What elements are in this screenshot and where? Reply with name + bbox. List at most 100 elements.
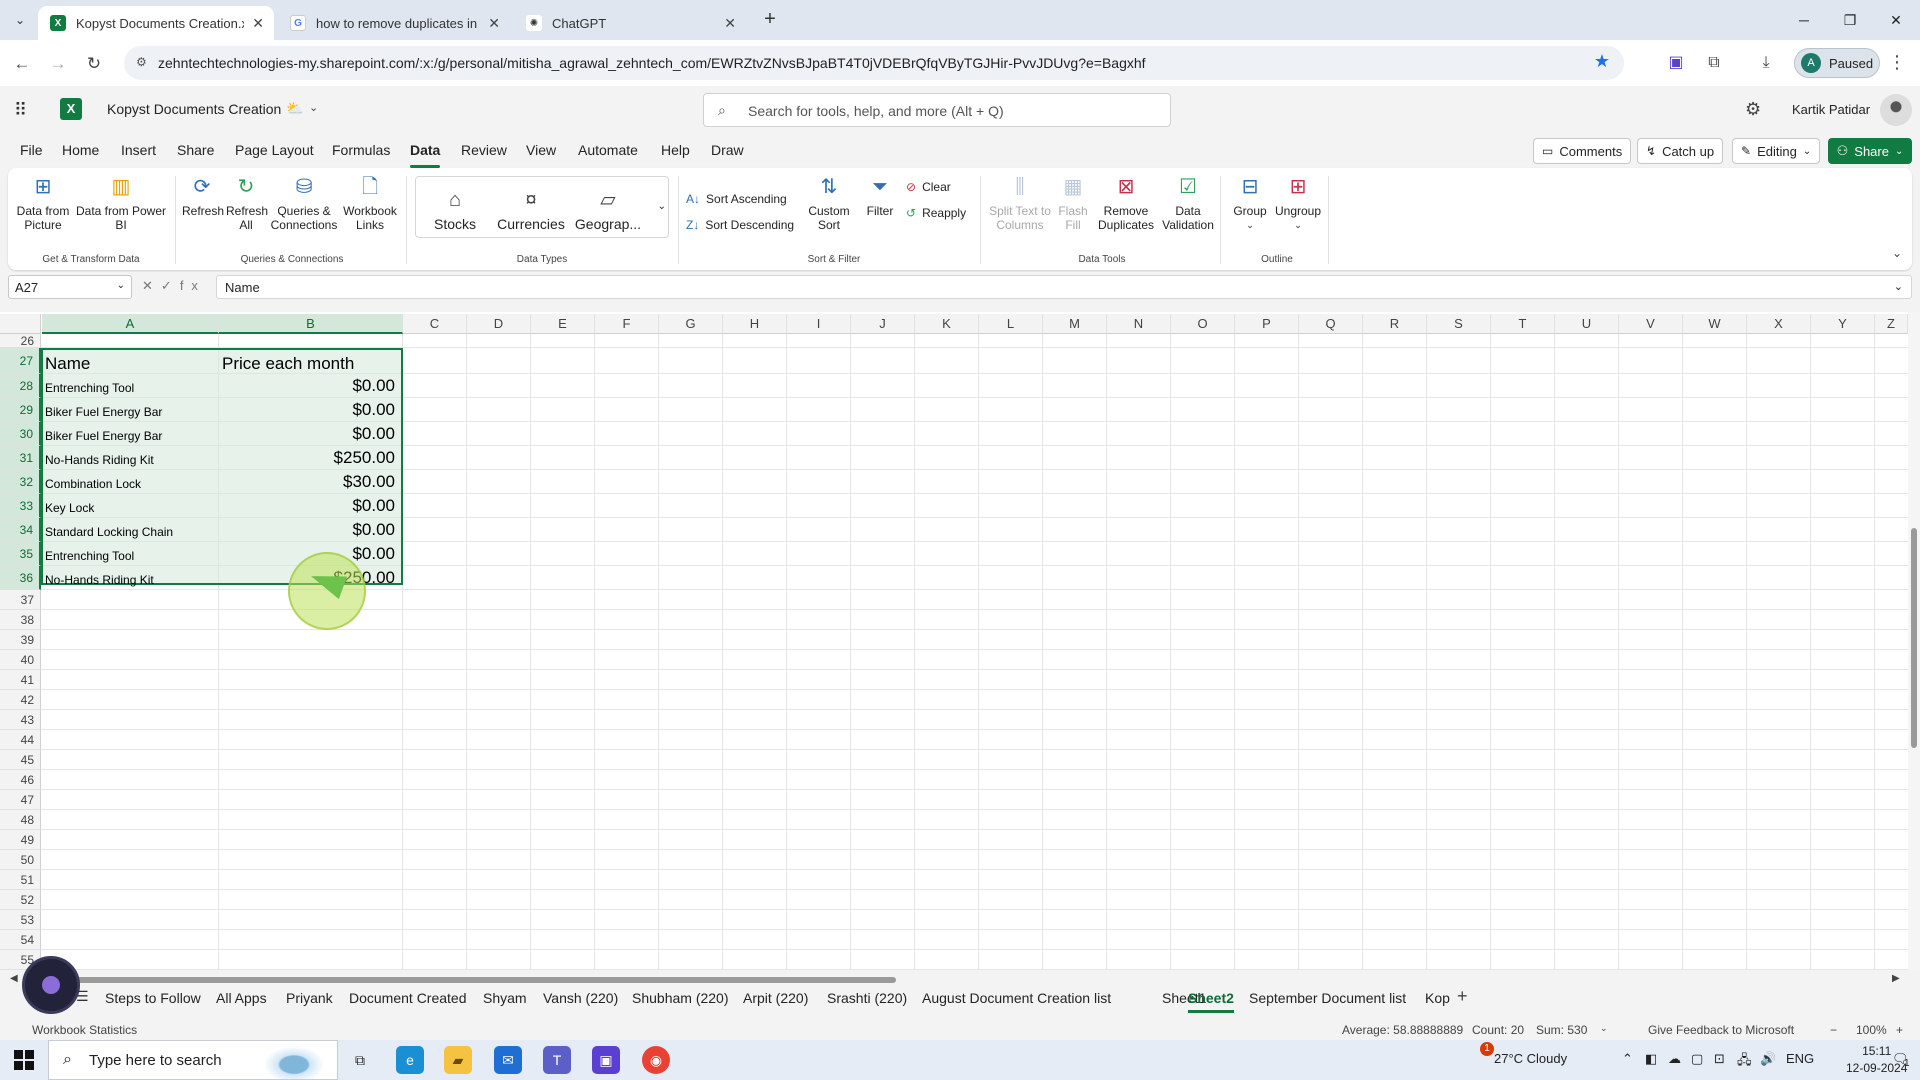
cell-b29[interactable]: $0.00 bbox=[222, 400, 395, 420]
row-header-38[interactable]: 38 bbox=[0, 610, 41, 630]
flash-fill-button[interactable]: ▦ Flash Fill bbox=[1056, 174, 1090, 232]
currencies-button[interactable]: ¤ Currencies bbox=[496, 187, 566, 231]
column-header-w[interactable]: W bbox=[1683, 314, 1747, 334]
file-explorer-icon[interactable]: ▰ bbox=[444, 1046, 472, 1074]
back-arrow-icon[interactable]: ← bbox=[10, 52, 34, 76]
tab-automate[interactable]: Automate bbox=[578, 142, 638, 158]
enter-check-icon[interactable]: ✓ bbox=[161, 278, 180, 293]
column-header-m[interactable]: M bbox=[1043, 314, 1107, 334]
remove-duplicates-button[interactable]: ⊠ Remove Duplicates bbox=[1094, 174, 1158, 232]
cell-a32[interactable]: Combination Lock bbox=[45, 477, 141, 491]
tab-page-layout[interactable]: Page Layout bbox=[235, 142, 314, 158]
sheet-tab-document-created[interactable]: Document Created bbox=[349, 990, 467, 1006]
close-icon[interactable]: ✕ bbox=[488, 15, 500, 32]
minimize-icon[interactable]: ─ bbox=[1792, 8, 1816, 32]
teams-icon[interactable]: T bbox=[543, 1046, 571, 1074]
column-header-j[interactable]: J bbox=[851, 314, 915, 334]
tab-search-chevron-icon[interactable]: ⌄ bbox=[10, 10, 30, 30]
user-name[interactable]: Kartik Patidar bbox=[1792, 102, 1870, 117]
horizontal-scrollbar-thumb[interactable] bbox=[46, 977, 896, 983]
site-info-icon[interactable]: ⚙ bbox=[136, 55, 147, 69]
scroll-right-icon[interactable]: ▶ bbox=[1892, 973, 1900, 984]
restore-icon[interactable]: ❐ bbox=[1838, 8, 1862, 32]
sheet-tab-vansh-220[interactable]: Vansh (220) bbox=[543, 990, 618, 1006]
sheet-tab-priyank[interactable]: Priyank bbox=[286, 990, 333, 1006]
gear-icon[interactable]: ⚙ bbox=[1745, 99, 1761, 120]
cell-a35[interactable]: Entrenching Tool bbox=[45, 549, 134, 563]
column-header-k[interactable]: K bbox=[915, 314, 979, 334]
custom-sort-button[interactable]: ⇅ Custom Sort bbox=[806, 174, 852, 232]
column-header-h[interactable]: H bbox=[723, 314, 787, 334]
extension-icon[interactable]: ▣ bbox=[1666, 53, 1686, 73]
column-header-i[interactable]: I bbox=[787, 314, 851, 334]
new-tab-button[interactable]: + bbox=[758, 8, 782, 32]
expand-formula-chevron-icon[interactable]: ⌄ bbox=[1894, 280, 1903, 293]
tab-formulas[interactable]: Formulas bbox=[332, 142, 390, 158]
extensions-puzzle-icon[interactable]: ⧉ bbox=[1704, 53, 1724, 73]
workbook-links-button[interactable]: 🗋 Workbook Links bbox=[340, 174, 400, 232]
split-text-to-columns-button[interactable]: ⫼ Split Text to Columns bbox=[988, 174, 1052, 232]
filter-button[interactable]: ⏷ Filter bbox=[860, 174, 900, 218]
row-header-28[interactable]: 28 bbox=[0, 374, 41, 398]
column-header-a[interactable]: A bbox=[42, 314, 219, 334]
cell-b31[interactable]: $250.00 bbox=[222, 448, 395, 468]
show-hidden-icons-icon[interactable]: ⌃ bbox=[1622, 1051, 1633, 1067]
browser-menu-icon[interactable]: ⋮ bbox=[1888, 52, 1906, 73]
task-view-icon[interactable]: ⧉ bbox=[346, 1046, 374, 1074]
column-header-v[interactable]: V bbox=[1619, 314, 1683, 334]
sheet-tab-steps-to-follow[interactable]: Steps to Follow bbox=[105, 990, 201, 1006]
sheet-tab-srashti-220[interactable]: Srashti (220) bbox=[827, 990, 907, 1006]
status-average[interactable]: Average: 58.88888889 bbox=[1342, 1023, 1463, 1037]
cell-b33[interactable]: $0.00 bbox=[222, 496, 395, 516]
row-header-31[interactable]: 31 bbox=[0, 446, 41, 470]
row-header-54[interactable]: 54 bbox=[0, 930, 41, 950]
data-from-power-bi-button[interactable]: ▥ Data from Power BI bbox=[74, 174, 168, 232]
sort-descending-button[interactable]: Z↓ Sort Descending bbox=[686, 218, 794, 232]
row-header-36[interactable]: 36 bbox=[0, 566, 41, 590]
column-header-d[interactable]: D bbox=[467, 314, 531, 334]
mail-icon[interactable]: ✉ bbox=[494, 1046, 522, 1074]
close-icon[interactable]: ✕ bbox=[724, 15, 736, 32]
search-input[interactable]: ⌕ Search for tools, help, and more (Alt … bbox=[703, 93, 1171, 127]
avatar[interactable] bbox=[1880, 94, 1912, 126]
row-header-40[interactable]: 40 bbox=[0, 650, 41, 670]
browser-tab-excel[interactable]: X Kopyst Documents Creation.xls ✕ bbox=[38, 6, 274, 40]
row-header-26[interactable]: 26 bbox=[0, 334, 41, 348]
insert-function-icon[interactable]: fx bbox=[180, 278, 206, 293]
row-header-39[interactable]: 39 bbox=[0, 630, 41, 650]
sheet-tab-arpit-220[interactable]: Arpit (220) bbox=[743, 990, 808, 1006]
language-indicator[interactable]: ENG bbox=[1786, 1051, 1814, 1066]
row-header-30[interactable]: 30 bbox=[0, 422, 41, 446]
data-from-picture-button[interactable]: ⊞ Data from Picture bbox=[14, 174, 72, 232]
bookmark-star-icon[interactable]: ★ bbox=[1594, 51, 1610, 72]
column-header-t[interactable]: T bbox=[1491, 314, 1555, 334]
excel-logo-icon[interactable]: X bbox=[60, 98, 82, 120]
app-icon[interactable]: ▣ bbox=[592, 1046, 620, 1074]
weather-text[interactable]: 27°C Cloudy bbox=[1494, 1051, 1567, 1066]
onedrive-cloud-icon[interactable]: ☁ bbox=[1668, 1051, 1681, 1067]
cell-a30[interactable]: Biker Fuel Energy Bar bbox=[45, 429, 162, 443]
row-header-35[interactable]: 35 bbox=[0, 542, 41, 566]
sheet-tab-all-apps[interactable]: All Apps bbox=[216, 990, 267, 1006]
cell-a31[interactable]: No-Hands Riding Kit bbox=[45, 453, 154, 467]
row-header-27[interactable]: 27 bbox=[0, 348, 41, 374]
profile-button[interactable]: A Paused bbox=[1794, 48, 1880, 78]
scrollbar-thumb[interactable] bbox=[1911, 528, 1917, 748]
browser-tab-google[interactable]: G how to remove duplicates in ex ✕ bbox=[278, 6, 510, 40]
sheet-tab-shyam[interactable]: Shyam bbox=[483, 990, 527, 1006]
status-count[interactable]: Count: 20 bbox=[1472, 1023, 1524, 1037]
workbook-statistics[interactable]: Workbook Statistics bbox=[32, 1023, 137, 1037]
column-header-s[interactable]: S bbox=[1427, 314, 1491, 334]
tab-data[interactable]: Data bbox=[410, 142, 441, 168]
cell-b28[interactable]: $0.00 bbox=[222, 376, 395, 396]
cell-a33[interactable]: Key Lock bbox=[45, 501, 94, 515]
status-sum[interactable]: Sum: 530 bbox=[1536, 1023, 1587, 1037]
download-icon[interactable]: ⤓ bbox=[1756, 53, 1776, 73]
sort-ascending-button[interactable]: A↓ Sort Ascending bbox=[686, 192, 787, 206]
tab-review[interactable]: Review bbox=[461, 142, 507, 158]
comments-button[interactable]: ▭ Comments bbox=[1533, 138, 1632, 164]
clear-filter-button[interactable]: ⊘ Clear bbox=[906, 180, 951, 194]
tab-file[interactable]: File bbox=[20, 142, 43, 158]
cell-a27[interactable]: Name bbox=[45, 354, 90, 374]
tray-app-icon[interactable]: ▢ bbox=[1691, 1051, 1703, 1067]
